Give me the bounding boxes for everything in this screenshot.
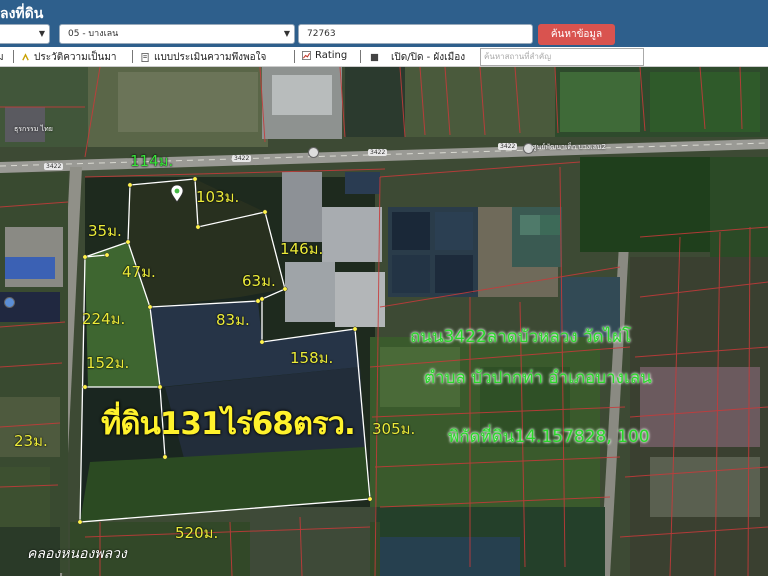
location-pin-icon[interactable] bbox=[170, 185, 184, 203]
toolbar-divider bbox=[132, 50, 133, 63]
measure-label: 103ม. bbox=[196, 188, 240, 206]
history-label: ประวัติความเป็นมา bbox=[34, 52, 117, 63]
toolbar-divider bbox=[294, 50, 295, 63]
poi-label: ธุรกรรม ไทย bbox=[14, 125, 53, 133]
parcel-number-input[interactable]: 72763 bbox=[298, 24, 533, 44]
measure-label: 158ม. bbox=[290, 349, 334, 367]
toolbar-item-zoning[interactable]: เปิด/ปิด - ผังเมือง bbox=[370, 50, 465, 65]
toolbar-item-history[interactable]: ประวัติความเป็นมา bbox=[21, 50, 117, 65]
measure-label: 146ม. bbox=[280, 240, 324, 258]
road-number-tag: 3422 bbox=[232, 155, 252, 162]
measure-label: 152ม. bbox=[86, 354, 130, 372]
rating-label: Rating bbox=[315, 50, 348, 61]
header-bar: ลงที่ดิน ▼ 05 - บางเลน ▼ 72763 ค้นหาข้อม… bbox=[0, 0, 768, 47]
toolbar: ม ประวัติความเป็นมา แบบประเมินความพึงพอใ… bbox=[0, 47, 768, 67]
document-icon bbox=[141, 53, 149, 62]
canal-label: คลองหนองพลวง bbox=[27, 546, 127, 562]
measure-label: 305ม. bbox=[372, 420, 416, 438]
app-window: ลงที่ดิน ▼ 05 - บางเลน ▼ 72763 ค้นหาข้อม… bbox=[0, 0, 768, 576]
measure-label: 35ม. bbox=[88, 222, 122, 240]
road-number-tag: 3422 bbox=[498, 143, 518, 150]
menu-label: ม bbox=[0, 52, 4, 63]
measure-label: 114ม. bbox=[130, 152, 174, 170]
district-select-value: 05 - บางเลน bbox=[68, 29, 119, 39]
poi-label: ศูนย์พัฒนาเด็ก บางเลน2 bbox=[532, 143, 607, 151]
map-poi-icon[interactable] bbox=[4, 297, 15, 308]
square-icon bbox=[370, 53, 379, 62]
measure-label: 520ม. bbox=[175, 524, 219, 542]
measure-label: 47ม. bbox=[122, 263, 156, 281]
measure-label: 63ม. bbox=[242, 272, 276, 290]
measure-label: 83ม. bbox=[216, 311, 250, 329]
measure-label: 224ม. bbox=[82, 310, 126, 328]
toolbar-item-rating[interactable]: Rating bbox=[302, 50, 347, 61]
district-select[interactable]: 05 - บางเลน ▼ bbox=[59, 24, 295, 44]
map-poi-icon[interactable] bbox=[308, 147, 319, 158]
chart-icon bbox=[302, 51, 311, 60]
search-button[interactable]: ค้นหาข้อมูล bbox=[538, 24, 615, 45]
road-number-tag: 3422 bbox=[368, 149, 388, 156]
road-number-tag: 3422 bbox=[44, 163, 64, 170]
history-icon bbox=[22, 53, 29, 61]
chevron-down-icon: ▼ bbox=[283, 29, 290, 38]
toolbar-item-survey[interactable]: แบบประเมินความพึงพอใจ bbox=[141, 50, 266, 65]
page-title: ลงที่ดิน bbox=[0, 6, 44, 22]
parcel-number-value: 72763 bbox=[307, 29, 336, 39]
chevron-down-icon: ▼ bbox=[38, 29, 45, 38]
satellite-map[interactable]: 3422 3422 3422 3422 ศูนย์พัฒนาเด็ก บางเล… bbox=[0, 67, 768, 576]
overlay-coordinates-text: พิกัดที่ดิน14.157828, 100 bbox=[448, 427, 650, 447]
measure-label: 23ม. bbox=[14, 432, 48, 450]
toolbar-divider bbox=[360, 50, 361, 63]
toolbar-divider bbox=[13, 50, 14, 63]
province-select[interactable]: ▼ bbox=[0, 24, 50, 44]
overlay-location-text: ตำบล บัวปากท่า อำเภอบางเลน bbox=[424, 368, 652, 388]
zoning-label: เปิด/ปิด - ผังเมือง bbox=[391, 52, 466, 63]
land-area-text: ที่ดิน131ไร่68ตรว. bbox=[101, 406, 356, 442]
place-search-input[interactable]: ค้นหาสถานที่สำคัญ bbox=[480, 48, 644, 66]
toolbar-item-menu[interactable]: ม bbox=[0, 50, 4, 65]
overlay-road-text: ถนน3422ลาดบัวหลวง วัดไผ่โ bbox=[410, 327, 632, 347]
survey-label: แบบประเมินความพึงพอใจ bbox=[154, 52, 267, 63]
